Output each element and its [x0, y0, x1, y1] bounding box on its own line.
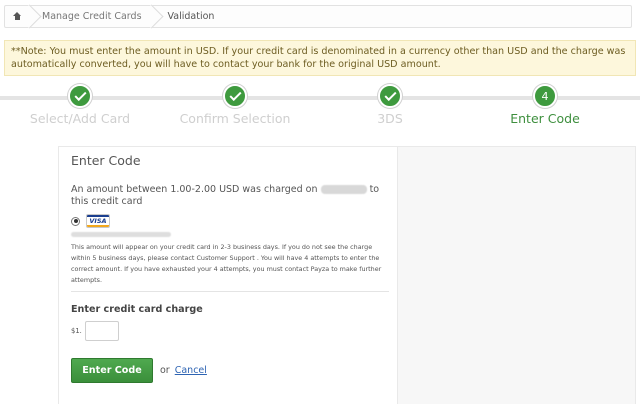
charge-text-before: An amount between 1.00-2.00 USD was char… [71, 184, 318, 195]
step-label: Select/Add Card [29, 111, 131, 126]
cancel-link[interactable]: Cancel [175, 365, 207, 376]
radio-selected-dot [73, 219, 78, 223]
side-panel [398, 146, 636, 404]
action-row: Enter Code or Cancel [71, 358, 385, 383]
breadcrumb-home[interactable] [5, 6, 32, 27]
step-enter-code: 4 Enter Code [465, 84, 625, 126]
step-complete-badge [223, 84, 247, 108]
breadcrumb-manage-credit-cards[interactable]: Manage Credit Cards [32, 6, 154, 27]
step-number: 4 [541, 89, 549, 103]
step-label: Confirm Selection [179, 111, 291, 126]
step-confirm-selection: Confirm Selection [155, 84, 315, 126]
progress-steps: Select/Add Card Confirm Selection 3DS 4 … [0, 84, 640, 128]
panel-title: Enter Code [71, 153, 141, 168]
check-icon [228, 88, 242, 101]
breadcrumb-label: Validation [167, 11, 215, 22]
check-icon [383, 88, 397, 101]
enter-code-button[interactable]: Enter Code [71, 358, 153, 383]
info-text: This amount will appear on your credit c… [71, 243, 382, 284]
step-complete-badge [68, 84, 92, 108]
usd-note: **Note: You must enter the amount in USD… [4, 40, 636, 76]
step-select-add-card: Select/Add Card [0, 84, 160, 126]
step-3ds: 3DS [310, 84, 470, 126]
step-label: 3DS [377, 111, 403, 126]
card-radio[interactable] [71, 216, 80, 226]
step-number-badge: 4 [533, 84, 557, 108]
card-option[interactable]: VISA [71, 214, 385, 228]
charge-amount-input[interactable] [84, 321, 119, 341]
breadcrumb-label: Manage Credit Cards [42, 11, 142, 22]
step-label: Enter Code [510, 111, 580, 126]
visa-card-icon: VISA [86, 214, 110, 228]
charge-field-label: Enter credit card charge [71, 304, 203, 315]
step-complete-badge [378, 84, 402, 108]
check-icon [73, 88, 87, 101]
redacted-card-number [71, 232, 171, 237]
divider [71, 291, 389, 292]
amount-row: $1. [71, 321, 385, 341]
breadcrumb: Manage Credit Cards Validation [4, 5, 632, 28]
redacted-date [320, 185, 367, 194]
enter-code-panel: Enter Code An amount between 1.00-2.00 U… [58, 146, 398, 404]
card-brand: VISA [89, 217, 107, 226]
or-text: or [160, 365, 170, 376]
charge-description: An amount between 1.00-2.00 USD was char… [71, 184, 391, 208]
breadcrumb-validation: Validation [154, 6, 227, 27]
home-icon [13, 12, 22, 21]
currency-prefix: $1. [71, 327, 82, 335]
